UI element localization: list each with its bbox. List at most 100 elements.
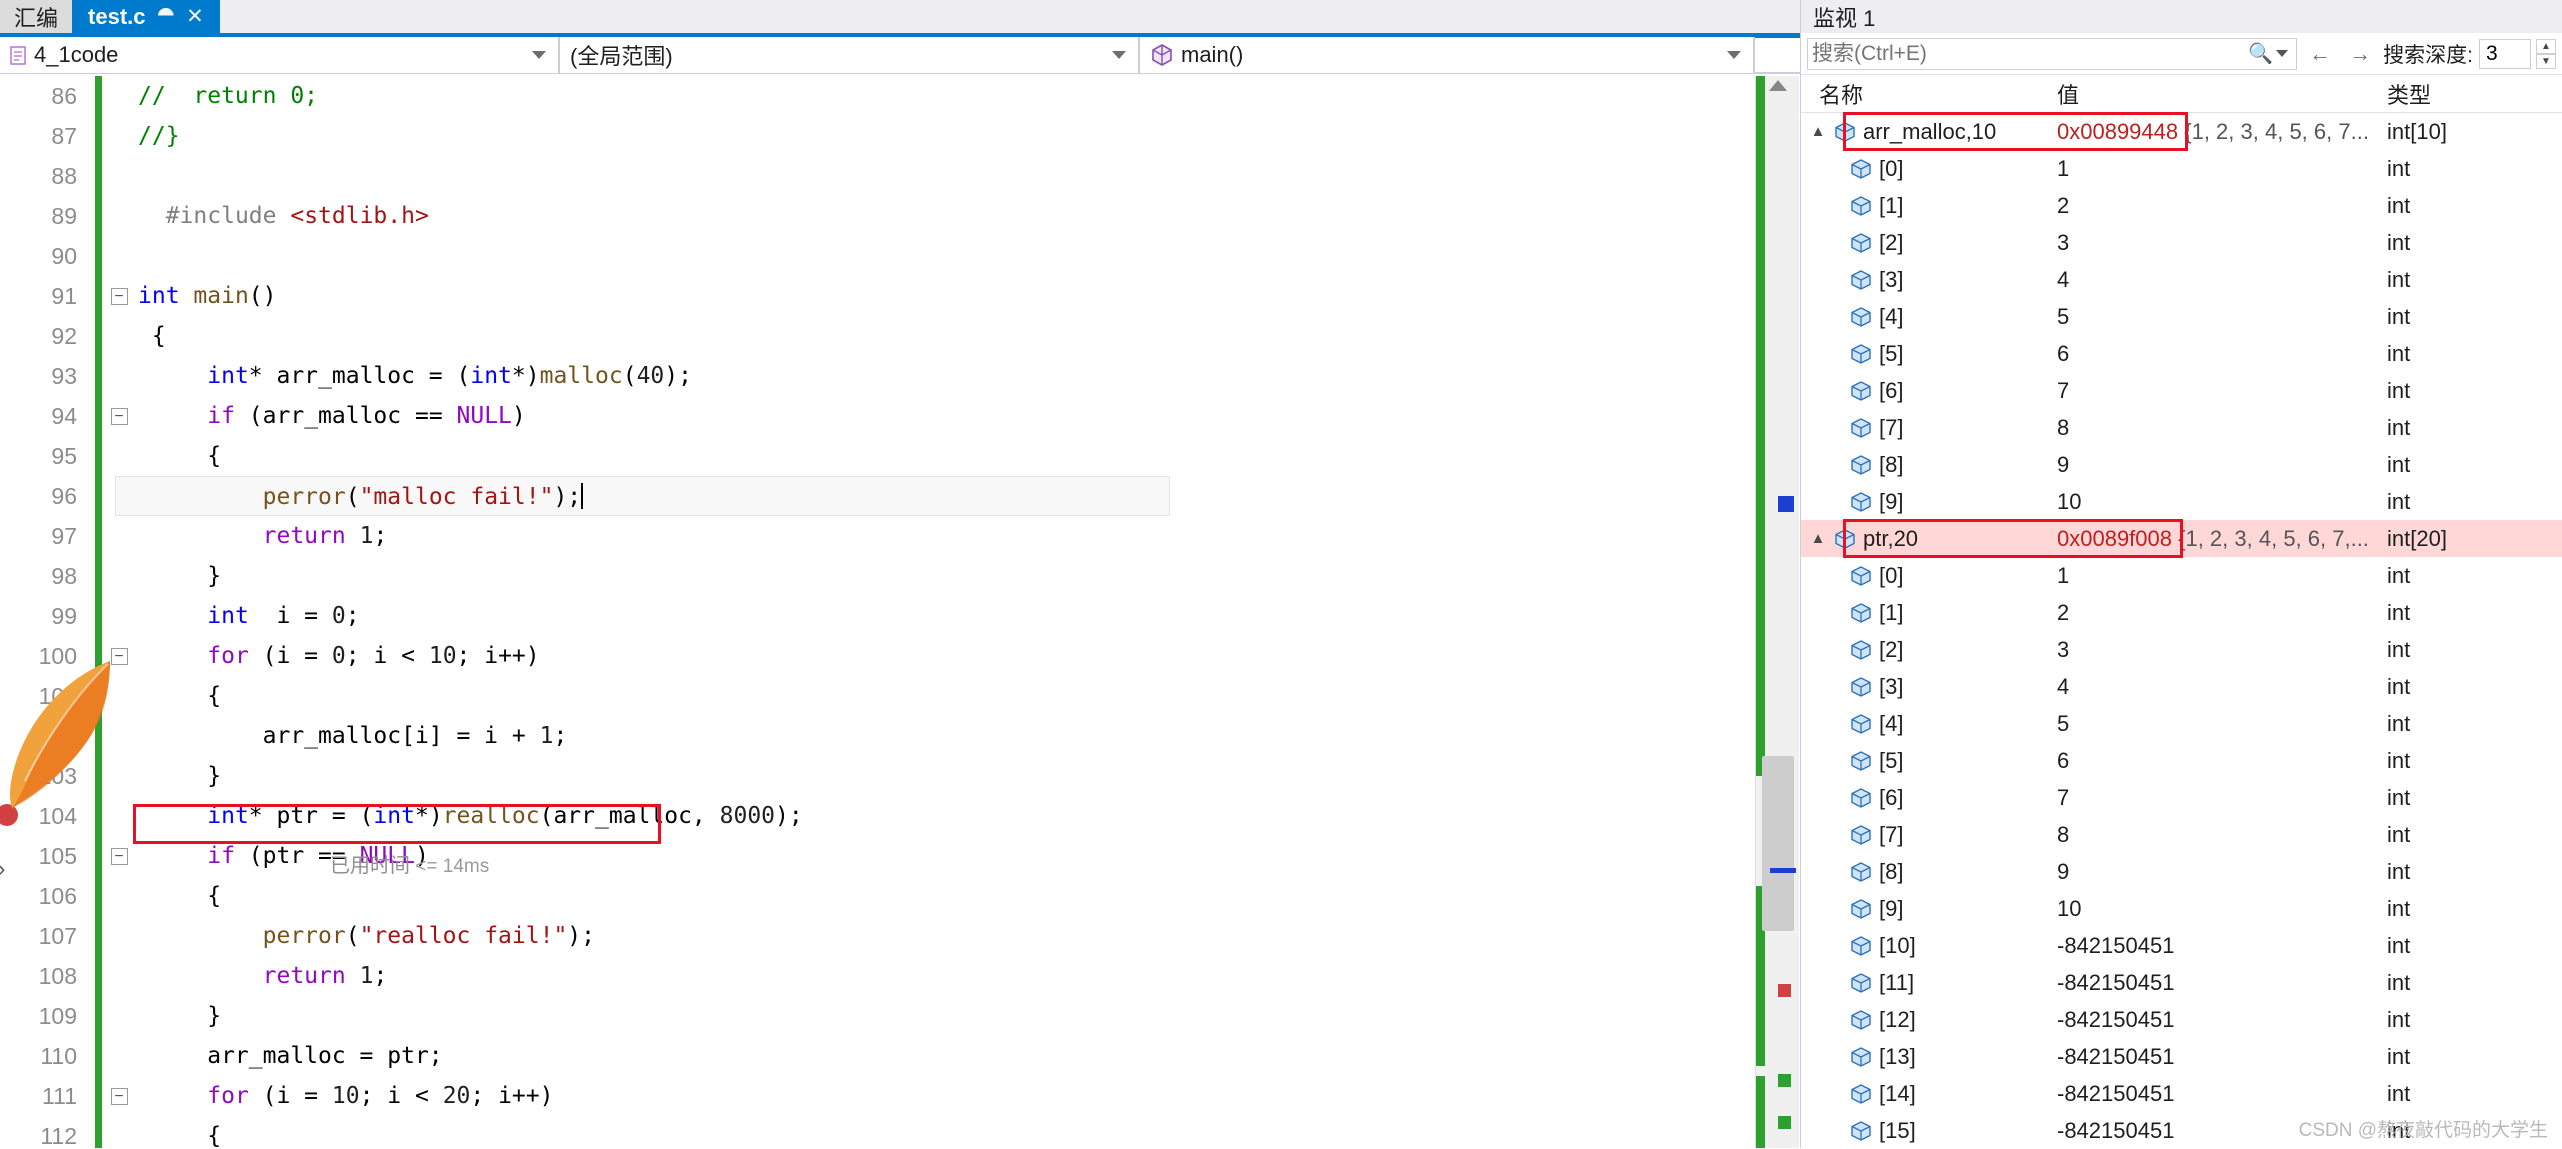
scrollbar-thumb[interactable] bbox=[1762, 756, 1794, 931]
watch-row-value-cell[interactable]: 5 bbox=[2057, 711, 2387, 737]
watch-row[interactable]: ▲ arr_malloc,10 0x00899448 {1, 2, 3, 4, 5… bbox=[1801, 112, 2562, 151]
watch-row[interactable]: [4] 5 int bbox=[1801, 705, 2562, 742]
watch-row-value-cell[interactable]: -842150451 bbox=[2057, 1044, 2387, 1070]
watch-row-value-cell[interactable]: 3 bbox=[2057, 230, 2387, 256]
code-line[interactable]: 90 bbox=[0, 236, 1755, 276]
code-line[interactable]: 98 } bbox=[0, 556, 1755, 596]
member-dropdown[interactable]: main() bbox=[1140, 37, 1755, 73]
close-icon[interactable]: ✕ bbox=[186, 4, 204, 29]
watch-row-value-cell[interactable]: 6 bbox=[2057, 748, 2387, 774]
watch-row-value-cell[interactable]: 4 bbox=[2057, 267, 2387, 293]
code-line[interactable]: 100− for (i = 0; i < 10; i++) bbox=[0, 636, 1755, 676]
code-line[interactable]: 92 { bbox=[0, 316, 1755, 356]
watch-row[interactable]: [0] 1 int bbox=[1801, 150, 2562, 187]
arrow-right-icon[interactable]: → bbox=[2343, 41, 2377, 67]
watch-row[interactable]: [11] -842150451 int bbox=[1801, 964, 2562, 1001]
watch-row-value-cell[interactable]: 7 bbox=[2057, 378, 2387, 404]
code-line[interactable]: 101 { bbox=[0, 676, 1755, 716]
code-line[interactable]: 105− if (ptr == NULL) bbox=[0, 836, 1755, 876]
code-line[interactable]: 87 //} bbox=[0, 116, 1755, 156]
code-line[interactable]: 86 // return 0; bbox=[0, 76, 1755, 116]
chevron-down-icon[interactable] bbox=[532, 51, 546, 59]
scope-dropdown[interactable]: (全局范围) bbox=[560, 37, 1140, 73]
watch-row-value-cell[interactable]: 9 bbox=[2057, 859, 2387, 885]
watch-row[interactable]: [7] 8 int bbox=[1801, 816, 2562, 853]
watch-row-value-cell[interactable]: 2 bbox=[2057, 600, 2387, 626]
search-input-container[interactable]: 🔍 bbox=[1807, 37, 2298, 70]
scroll-up-arrow-icon[interactable] bbox=[1768, 80, 1787, 91]
code-line[interactable]: 106 { bbox=[0, 876, 1755, 916]
search-input[interactable] bbox=[1812, 41, 2246, 66]
code-line[interactable]: 89 #include <stdlib.h> bbox=[0, 196, 1755, 236]
tab-test-c[interactable]: test.c ⯊ ✕ bbox=[72, 0, 220, 33]
code-line[interactable]: 88 bbox=[0, 156, 1755, 196]
expander-icon[interactable]: ▲ bbox=[1809, 123, 1827, 140]
watch-row-value-cell[interactable]: 6 bbox=[2057, 341, 2387, 367]
pin-icon[interactable]: ⯊ bbox=[158, 5, 175, 29]
code-line[interactable]: 102 arr_malloc[i] = i + 1; bbox=[0, 716, 1755, 756]
code-line[interactable]: 108 return 1; bbox=[0, 956, 1755, 996]
watch-row[interactable]: [13] -842150451 int bbox=[1801, 1038, 2562, 1075]
column-header-value[interactable]: 值 bbox=[2057, 78, 2387, 110]
watch-row[interactable]: [8] 9 int bbox=[1801, 853, 2562, 890]
column-header-type[interactable]: 类型 bbox=[2387, 78, 2562, 110]
watch-row-value-cell[interactable]: 4 bbox=[2057, 674, 2387, 700]
watch-row-value-cell[interactable]: 8 bbox=[2057, 415, 2387, 441]
gutter-marker-2[interactable]: › bbox=[0, 856, 5, 882]
watch-row[interactable]: [9] 10 int bbox=[1801, 483, 2562, 520]
code-line[interactable]: 94 − if (arr_malloc == NULL) bbox=[0, 396, 1755, 436]
watch-row-value-cell[interactable]: -842150451 bbox=[2057, 1081, 2387, 1107]
watch-row-value-cell[interactable]: 7 bbox=[2057, 785, 2387, 811]
watch-row-value-cell[interactable]: -842150451 bbox=[2057, 933, 2387, 959]
watch-row-value-cell[interactable]: -842150451 bbox=[2057, 970, 2387, 996]
watch-row-value-cell[interactable]: 9 bbox=[2057, 452, 2387, 478]
code-line[interactable]: 96 perror("malloc fail!"); bbox=[0, 476, 1755, 516]
watch-row[interactable]: [1] 2 int bbox=[1801, 187, 2562, 224]
watch-row[interactable]: [2] 3 int bbox=[1801, 224, 2562, 261]
search-icon[interactable]: 🔍 bbox=[2248, 41, 2273, 66]
watch-row[interactable]: [12] -842150451 int bbox=[1801, 1001, 2562, 1038]
code-line[interactable]: 111 − for (i = 10; i < 20; i++) bbox=[0, 1076, 1755, 1116]
code-line[interactable]: 99 int i = 0; bbox=[0, 596, 1755, 636]
watch-row-value-cell[interactable]: 10 bbox=[2057, 896, 2387, 922]
code-line[interactable]: 93 int* arr_malloc = (int*)malloc(40); bbox=[0, 356, 1755, 396]
watch-row[interactable]: [7] 8 int bbox=[1801, 409, 2562, 446]
code-line[interactable]: 112 { bbox=[0, 1116, 1755, 1148]
code-line[interactable]: 103 } bbox=[0, 756, 1755, 796]
project-dropdown[interactable]: 4_1code bbox=[0, 37, 560, 73]
code-line[interactable]: 109 } bbox=[0, 996, 1755, 1036]
watch-row[interactable]: [6] 7 int bbox=[1801, 372, 2562, 409]
code-line[interactable]: 91 − int main() bbox=[0, 276, 1755, 316]
search-depth-stepper[interactable]: ▲ ▼ bbox=[2536, 38, 2556, 69]
watch-row[interactable]: [14] -842150451 int bbox=[1801, 1075, 2562, 1112]
watch-row[interactable]: [5] 6 int bbox=[1801, 742, 2562, 779]
watch-row-value-cell[interactable]: 2 bbox=[2057, 193, 2387, 219]
watch-row[interactable]: [2] 3 int bbox=[1801, 631, 2562, 668]
column-header-name[interactable]: 名称 bbox=[1801, 78, 2057, 110]
chevron-down-icon[interactable] bbox=[1112, 51, 1126, 59]
code-line[interactable]: 95 { bbox=[0, 436, 1755, 476]
watch-row[interactable]: [1] 2 int bbox=[1801, 594, 2562, 631]
watch-row-value-cell[interactable]: 1 bbox=[2057, 156, 2387, 182]
watch-row-value-cell[interactable]: 3 bbox=[2057, 637, 2387, 663]
fold-toggle-icon[interactable]: − bbox=[106, 847, 132, 865]
watch-row[interactable]: [4] 5 int bbox=[1801, 298, 2562, 335]
editor-vertical-scrollbar[interactable] bbox=[1755, 76, 1799, 1148]
watch-row[interactable]: [10] -842150451 int bbox=[1801, 927, 2562, 964]
watch-row-value-cell[interactable]: -842150451 bbox=[2057, 1007, 2387, 1033]
watch-row[interactable]: [0] 1 int bbox=[1801, 557, 2562, 594]
code-line[interactable]: 104 int* ptr = (int*)realloc(arr_malloc,… bbox=[0, 796, 1755, 836]
watch-row-value-cell[interactable]: 5 bbox=[2057, 304, 2387, 330]
fold-toggle-icon[interactable]: − bbox=[106, 407, 132, 425]
watch-row-value-cell[interactable]: 1 bbox=[2057, 563, 2387, 589]
tab-assembly[interactable]: 汇编 bbox=[0, 0, 73, 33]
watch-row[interactable]: [5] 6 int bbox=[1801, 335, 2562, 372]
code-line[interactable]: 110 arr_malloc = ptr; bbox=[0, 1036, 1755, 1076]
code-editor[interactable]: 86 // return 0; 87 //} 88 89 #include <stdlib… bbox=[0, 76, 1755, 1148]
watch-row[interactable]: [8] 9 int bbox=[1801, 446, 2562, 483]
fold-toggle-icon[interactable]: − bbox=[106, 1087, 132, 1105]
stepper-up-icon[interactable]: ▲ bbox=[2536, 38, 2556, 54]
code-line[interactable]: 107 perror("realloc fail!"); bbox=[0, 916, 1755, 956]
arrow-left-icon[interactable]: ← bbox=[2303, 41, 2337, 67]
stepper-down-icon[interactable]: ▼ bbox=[2536, 53, 2556, 69]
